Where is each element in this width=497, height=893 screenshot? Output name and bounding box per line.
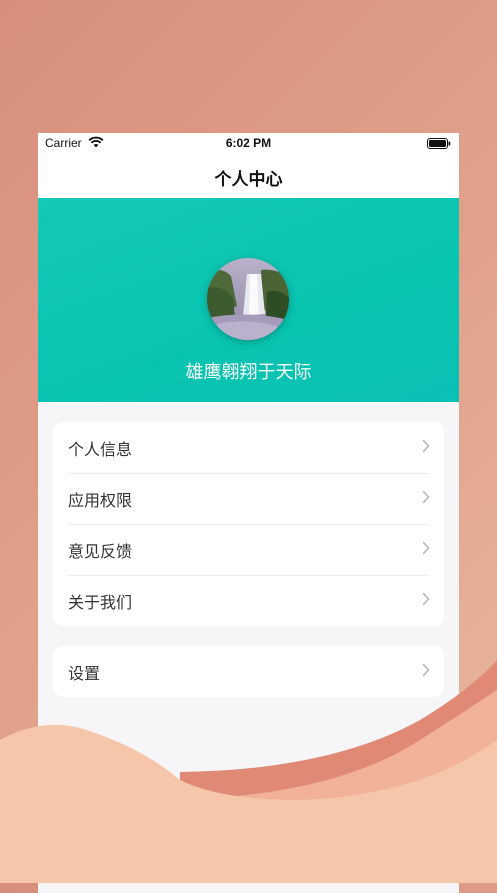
menu-item-settings[interactable]: 设置	[53, 646, 444, 697]
status-time: 6:02 PM	[225, 136, 272, 150]
menu-item-label: 设置	[68, 664, 101, 683]
username: 雄鹰翱翔于天际	[185, 362, 312, 383]
menu-item-feedback[interactable]: 意见反馈	[53, 524, 444, 575]
avatar[interactable]	[207, 258, 289, 340]
phone-screen: Carrier 6:02 PM 个人中心 雄鹰翱翔于天际 个人信息 应用权限 意…	[38, 133, 459, 893]
chevron-right-icon	[422, 541, 430, 555]
chevron-right-icon	[422, 663, 430, 677]
chevron-right-icon	[422, 490, 430, 504]
chevron-right-icon	[422, 592, 430, 606]
menu-item-label: 意见反馈	[68, 542, 133, 561]
menu-item-label: 个人信息	[68, 440, 133, 459]
page-title: 个人中心	[214, 170, 283, 190]
menu-card-settings: 设置	[53, 646, 444, 697]
menu-card-main: 个人信息 应用权限 意见反馈 关于我们	[53, 422, 444, 626]
menu-item-label: 应用权限	[68, 491, 133, 510]
chevron-right-icon	[422, 439, 430, 453]
profile-header: 雄鹰翱翔于天际	[38, 198, 459, 402]
navigation-bar: 个人中心	[38, 155, 459, 198]
battery-icon	[427, 138, 451, 152]
menu-item-profile-info[interactable]: 个人信息	[53, 422, 444, 473]
menu-item-about-us[interactable]: 关于我们	[53, 575, 444, 626]
status-bar: Carrier 6:02 PM	[38, 133, 459, 155]
menu-item-app-permissions[interactable]: 应用权限	[53, 473, 444, 524]
menu-item-label: 关于我们	[68, 593, 133, 612]
